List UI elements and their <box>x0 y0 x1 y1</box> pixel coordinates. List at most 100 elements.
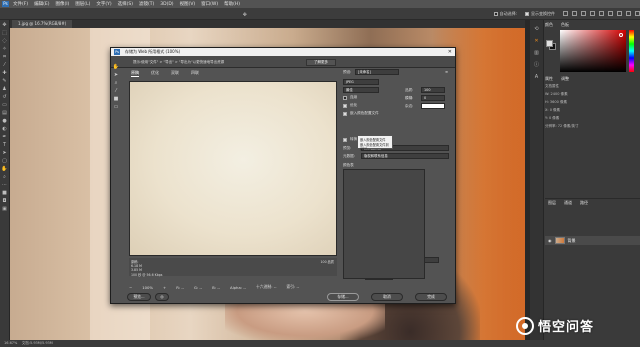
shape-icon[interactable]: ▢ <box>2 159 8 164</box>
quick-mask-icon[interactable]: ◘ <box>2 199 8 204</box>
visibility-eye-icon[interactable]: ◉ <box>548 238 552 243</box>
slice-select-icon[interactable]: ➤ <box>113 73 119 78</box>
healing-icon[interactable]: ✚ <box>2 71 8 76</box>
marquee-icon[interactable]: ⬚ <box>2 31 8 36</box>
character-icon[interactable]: A <box>533 74 540 80</box>
save-button[interactable]: 存储... <box>327 293 359 301</box>
menu-help[interactable]: 帮助(H) <box>224 1 240 7</box>
move-tool-icon[interactable]: ✥ <box>242 12 248 18</box>
status-zoom[interactable]: 16.67% <box>4 341 17 345</box>
auto-select-option[interactable]: 自动选择: <box>493 11 517 17</box>
crop-icon[interactable]: ⌗ <box>2 55 8 60</box>
lasso-icon[interactable]: ◌ <box>2 39 8 44</box>
tab-4up[interactable]: 四联 <box>191 70 199 77</box>
distribute-icon[interactable] <box>616 11 622 16</box>
menu-type[interactable]: 文字(Y) <box>96 1 111 7</box>
menu-layer[interactable]: 图层(L) <box>75 1 90 7</box>
foreground-color-swatch[interactable] <box>546 40 553 47</box>
close-icon[interactable]: ✕ <box>448 48 452 56</box>
show-transform-checkbox[interactable] <box>524 11 529 16</box>
zoom-out-icon[interactable]: − <box>129 285 132 290</box>
blur-input[interactable]: 0 <box>421 95 445 101</box>
done-button[interactable]: 完成 <box>415 293 447 301</box>
tab-adjustments[interactable]: 调整 <box>561 76 569 82</box>
progressive-checkbox[interactable] <box>343 96 347 100</box>
more-tools-icon[interactable]: ⋯ <box>2 183 8 188</box>
tab-properties[interactable]: 属性 <box>545 76 553 82</box>
color-picker-cursor[interactable] <box>619 33 623 37</box>
eyedropper-color-icon[interactable]: ■ <box>113 97 119 102</box>
blur-icon[interactable]: ● <box>2 119 8 124</box>
toggle-slices-icon[interactable]: ▭ <box>113 105 119 110</box>
convert-srgb-checkbox[interactable] <box>343 138 347 142</box>
format-select[interactable]: JPEG <box>343 79 379 85</box>
align-right-icon[interactable] <box>580 11 586 16</box>
zoom-icon[interactable]: ⌕ <box>2 175 8 180</box>
history-icon[interactable]: ⟲ <box>533 26 540 32</box>
tab-layers[interactable]: 图层 <box>548 200 556 206</box>
fg-bg-swatch[interactable] <box>546 40 556 50</box>
menu-window[interactable]: 窗口(W) <box>201 1 218 7</box>
menu-filter[interactable]: 滤镜(T) <box>139 1 154 7</box>
tab-color[interactable]: 颜色 <box>545 22 553 28</box>
eyedropper-icon[interactable]: ⁄ <box>113 89 119 94</box>
layer-row[interactable]: ◉ 背景 <box>545 236 640 245</box>
distribute-h-icon[interactable] <box>625 11 631 16</box>
zoom-icon[interactable]: ⌕ <box>113 81 119 86</box>
quality-input[interactable]: 100 <box>421 87 445 93</box>
history-brush-icon[interactable]: ↺ <box>2 95 8 100</box>
menu-file[interactable]: 文件(F) <box>13 1 28 7</box>
info-icon[interactable]: ⓘ <box>533 62 540 68</box>
stamp-icon[interactable]: ♟ <box>2 87 8 92</box>
matte-swatch[interactable] <box>421 103 445 109</box>
eyedropper-icon[interactable]: ⁄ <box>2 63 8 68</box>
cancel-button[interactable]: 取消 <box>371 293 403 301</box>
tab-channels[interactable]: 通道 <box>564 200 572 206</box>
tab-optimized[interactable]: 优化 <box>151 70 159 77</box>
learn-more-button[interactable]: 了解更多 <box>306 59 336 66</box>
zoom-in-icon[interactable]: + <box>163 285 166 290</box>
type-icon[interactable]: T <box>2 143 8 148</box>
gradient-icon[interactable]: ▤ <box>2 111 8 116</box>
align-left-icon[interactable] <box>562 11 568 16</box>
brush-icon[interactable]: ✎ <box>2 79 8 84</box>
align-bottom-icon[interactable] <box>607 11 613 16</box>
tools-preset-icon[interactable]: ✕ <box>533 38 540 44</box>
zoom-level[interactable]: 100% <box>142 285 153 290</box>
quality-level-select[interactable]: 最佳 <box>343 87 379 93</box>
dodge-icon[interactable]: ◐ <box>2 127 8 132</box>
hue-slider[interactable] <box>629 30 634 72</box>
foreground-color-icon[interactable]: ■ <box>2 191 8 196</box>
color-picker-field[interactable] <box>560 30 626 72</box>
tab-paths[interactable]: 路径 <box>580 200 588 206</box>
auto-select-checkbox[interactable] <box>493 11 498 16</box>
dialog-titlebar[interactable]: Ps 存储为 Web 所用格式 (100%) ✕ <box>111 48 455 56</box>
magic-wand-icon[interactable]: ✧ <box>2 47 8 52</box>
optimized-checkbox[interactable] <box>343 104 347 108</box>
preview-button[interactable]: 预览... <box>127 293 151 301</box>
preset-select[interactable]: [未命名] <box>355 69 399 75</box>
tab-2up[interactable]: 双联 <box>171 70 179 77</box>
tab-original[interactable]: 原稿 <box>131 70 139 77</box>
menu-view[interactable]: 视图(V) <box>180 1 196 7</box>
show-transform-option[interactable]: 显示变换控件 <box>524 11 555 17</box>
align-center-icon[interactable] <box>571 11 577 16</box>
embed-profile-checkbox[interactable] <box>343 112 347 116</box>
optimize-menu-icon[interactable]: ≡ <box>445 70 448 74</box>
metadata-select[interactable]: 版权和联系信息 <box>361 153 449 159</box>
screen-mode-icon[interactable]: ▣ <box>2 207 8 212</box>
align-middle-icon[interactable] <box>598 11 604 16</box>
image-preview[interactable] <box>129 81 337 256</box>
menu-edit[interactable]: 编辑(E) <box>34 1 49 7</box>
path-select-icon[interactable]: ➤ <box>2 151 8 156</box>
menu-select[interactable]: 选择(S) <box>118 1 133 7</box>
browser-icon[interactable]: ◎ <box>155 293 169 301</box>
distribute-v-icon[interactable] <box>634 11 640 16</box>
pen-icon[interactable]: ✒ <box>2 135 8 140</box>
hand-icon[interactable]: ✋ <box>1 167 7 172</box>
menu-image[interactable]: 图像(I) <box>55 1 69 7</box>
brush-settings-icon[interactable]: ▥ <box>533 50 540 56</box>
hand-icon[interactable]: ✋ <box>113 65 119 70</box>
menu-3d[interactable]: 3D(D) <box>160 2 173 7</box>
document-tab[interactable]: 1.jpg @ 16.7%(RGB/8#) <box>12 20 73 28</box>
